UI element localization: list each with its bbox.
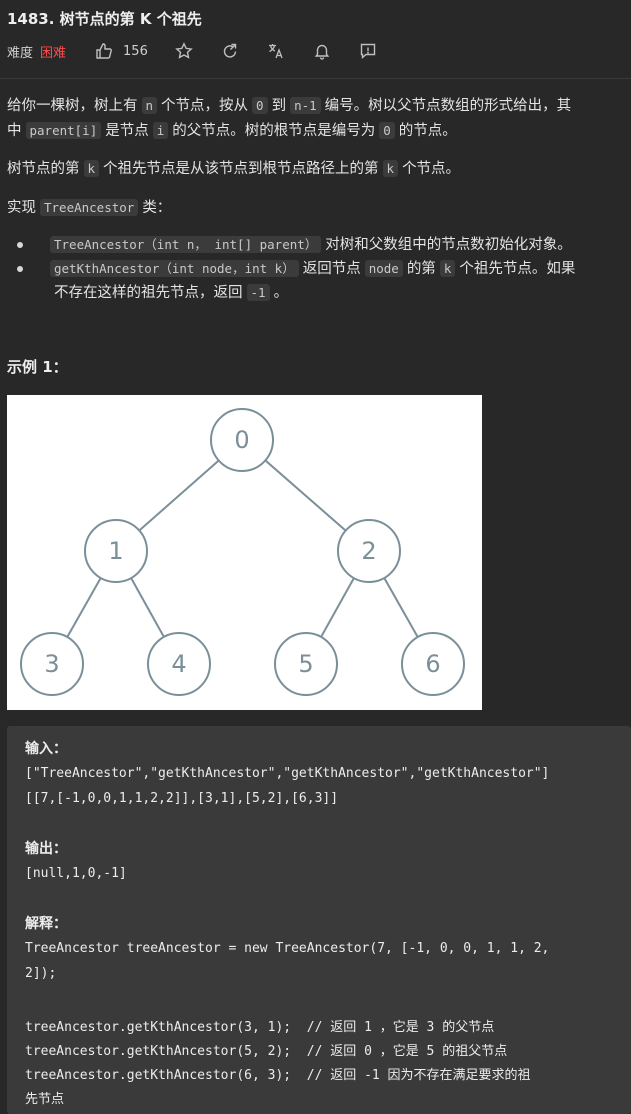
inline-code: k [83, 160, 100, 177]
example-heading: 示例 1： [7, 358, 68, 376]
tree-node-label: 4 [171, 650, 186, 678]
inline-code: TreeAncestor [40, 199, 139, 216]
list-item: TreeAncestor（int n， int[] parent） 对树和父数组中… [17, 233, 575, 257]
inline-code: n [141, 97, 158, 114]
description-paragraph-3: 实现 TreeAncestor 类： [7, 199, 172, 216]
code-line: 先节点 [25, 1092, 65, 1107]
star-icon[interactable] [174, 41, 194, 61]
inline-code: k [382, 160, 399, 177]
list-item: getKthAncestor（int node，int k） 返回节点 node 的第… [17, 257, 575, 305]
inline-code: i [152, 122, 169, 139]
output-label: 输出： [25, 841, 67, 857]
method-list: TreeAncestor（int n， int[] parent） 对树和父数组中… [17, 233, 575, 305]
difficulty-badge: 困难 [40, 45, 67, 61]
inline-code: parent[i] [25, 122, 102, 139]
bell-icon[interactable] [312, 41, 332, 61]
tree-node-label: 3 [44, 650, 59, 678]
inline-code: node [364, 260, 403, 277]
tree-node-label: 1 [108, 537, 123, 565]
difficulty-label: 难度 [7, 45, 34, 61]
inline-code: getKthAncestor（int node，int k） [50, 260, 299, 277]
inline-code: TreeAncestor（int n， int[] parent） [50, 236, 322, 253]
code-line: 2]); [25, 966, 57, 981]
description-paragraph-1-line-2: 中 parent[i] 是节点 i 的父节点。树的根节点是编号为 0 的节点。 [7, 122, 457, 139]
code-line: treeAncestor.getKthAncestor(3, 1); // 返回… [25, 1020, 495, 1035]
code-line: treeAncestor.getKthAncestor(5, 2); // 返回… [25, 1044, 508, 1059]
code-line: [[7,[-1,0,0,1,1,2,2]],[3,1],[5,2],[6,3]] [25, 791, 339, 806]
code-line: TreeAncestor treeAncestor = new TreeAnce… [25, 941, 550, 956]
tree-node-label: 5 [298, 650, 313, 678]
code-line: [null,1,0,-1] [25, 866, 127, 881]
tree-node-label: 0 [234, 426, 249, 454]
tree-node-label: 2 [361, 537, 376, 565]
bullet-dot [17, 242, 23, 248]
tree-node-label: 6 [425, 650, 440, 678]
inline-code: n-1 [290, 97, 321, 114]
example-code-block: 输入： ["TreeAncestor","getKthAncestor","ge… [7, 726, 631, 1114]
description-paragraph-1: 给你一棵树，树上有 n 个节点，按从 0 到 n-1 编号。树以父节点数组的形式给出，其 [7, 97, 572, 114]
description-paragraph-2: 树节点的第 k 个祖先节点是从该节点到根节点路径上的第 k 个节点。 [7, 160, 461, 177]
like-count: 156 [123, 43, 148, 59]
explanation-label: 解释： [25, 916, 67, 932]
like-button[interactable]: 156 [94, 41, 148, 61]
problem-title: 1483. 树节点的第 K 个祖先 [7, 10, 202, 28]
inline-code: -1 [246, 284, 270, 301]
inline-code: 0 [379, 122, 395, 139]
problem-meta-bar: 难度 困难 156 [7, 40, 378, 62]
inline-code: k [439, 260, 456, 277]
code-line: treeAncestor.getKthAncestor(6, 3); // 返回… [25, 1068, 531, 1083]
translate-icon[interactable] [266, 41, 286, 61]
example-tree-image: 0 1 2 3 4 5 6 [7, 395, 482, 710]
thumbs-up-icon [94, 41, 114, 61]
header-divider [0, 78, 631, 79]
share-icon[interactable] [220, 41, 240, 61]
code-line: ["TreeAncestor","getKthAncestor","getKth… [25, 766, 550, 781]
feedback-icon[interactable] [358, 41, 378, 61]
bullet-dot [17, 266, 23, 272]
input-label: 输入： [25, 741, 67, 757]
problem-page: 1483. 树节点的第 K 个祖先 难度 困难 156 给你一棵树，树上有 n 个节… [0, 0, 631, 1114]
inline-code: 0 [252, 97, 268, 114]
